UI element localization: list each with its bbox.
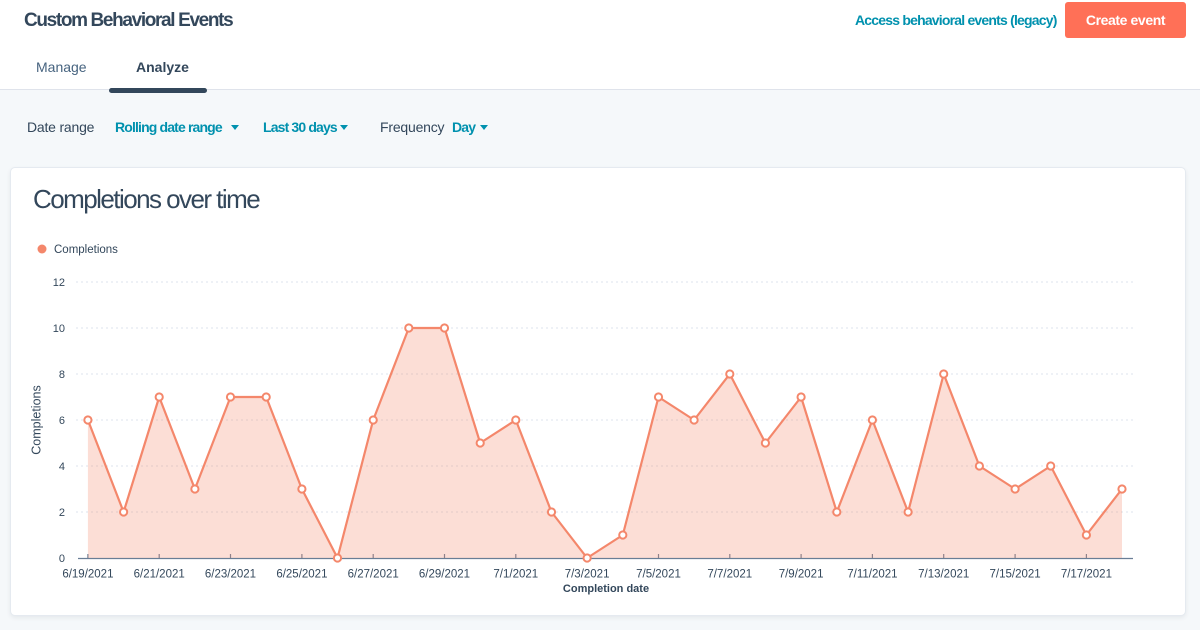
svg-text:7/3/2021: 7/3/2021 [565, 569, 610, 581]
svg-text:7/13/2021: 7/13/2021 [918, 569, 969, 581]
svg-text:7/9/2021: 7/9/2021 [779, 569, 824, 581]
svg-text:12: 12 [53, 277, 65, 289]
svg-text:6/19/2021: 6/19/2021 [62, 569, 113, 581]
svg-text:Completions: Completions [30, 385, 44, 454]
svg-text:Completion date: Completion date [563, 583, 649, 595]
svg-text:6/29/2021: 6/29/2021 [419, 569, 470, 581]
svg-text:7/15/2021: 7/15/2021 [990, 569, 1041, 581]
svg-text:7/7/2021: 7/7/2021 [707, 569, 752, 581]
svg-text:0: 0 [59, 553, 65, 565]
svg-text:6/23/2021: 6/23/2021 [205, 569, 256, 581]
svg-text:4: 4 [59, 461, 65, 473]
svg-text:Completions: Completions [54, 244, 118, 256]
svg-text:7/17/2021: 7/17/2021 [1061, 569, 1112, 581]
svg-text:6: 6 [59, 415, 65, 427]
svg-text:7/5/2021: 7/5/2021 [636, 569, 681, 581]
svg-text:6/25/2021: 6/25/2021 [276, 569, 327, 581]
svg-text:10: 10 [53, 323, 65, 335]
svg-text:6/27/2021: 6/27/2021 [348, 569, 399, 581]
svg-text:7/1/2021: 7/1/2021 [493, 569, 538, 581]
svg-text:6/21/2021: 6/21/2021 [134, 569, 185, 581]
svg-text:7/11/2021: 7/11/2021 [847, 569, 897, 581]
svg-text:8: 8 [59, 369, 65, 381]
svg-text:2: 2 [59, 507, 65, 519]
